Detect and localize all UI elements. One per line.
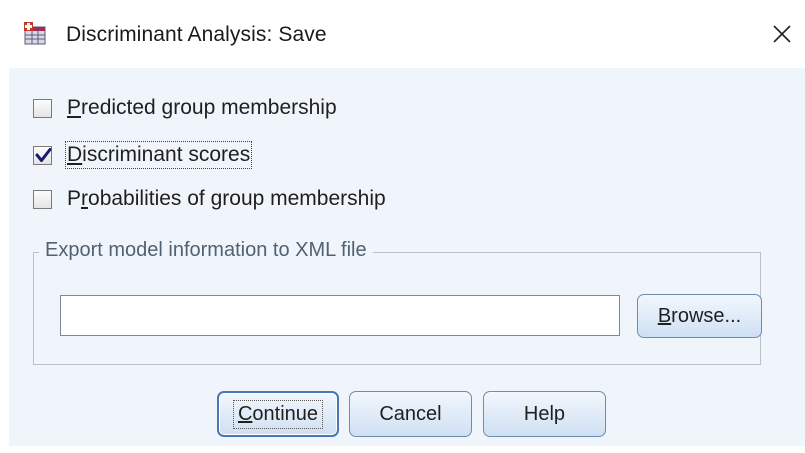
checkbox-label: Predicted group membership [67, 96, 337, 119]
browse-label: Browse... [657, 304, 742, 327]
checkbox-label: Probabilities of group membership [67, 187, 386, 210]
dialog-body: Predicted group membership Discriminant … [9, 68, 805, 446]
cancel-label: Cancel [379, 402, 442, 425]
export-group-legend: Export model information to XML file [39, 239, 373, 262]
cancel-button[interactable]: Cancel [349, 391, 472, 437]
continue-button[interactable]: Continue [217, 391, 339, 437]
help-button[interactable]: Help [483, 391, 606, 437]
checkbox-box[interactable] [33, 189, 52, 209]
checkbox-label: Discriminant scores [65, 141, 253, 169]
checkbox-box[interactable] [33, 98, 52, 118]
checkbox-box[interactable] [33, 145, 52, 165]
checkbox-probabilities-of-group-membership[interactable]: Probabilities of group membership [33, 182, 388, 216]
checkbox-discriminant-scores[interactable]: Discriminant scores [33, 138, 253, 172]
dialog-title: Discriminant Analysis: Save [66, 23, 327, 46]
checkbox-predicted-group-membership[interactable]: Predicted group membership [33, 91, 339, 125]
title-bar[interactable]: Discriminant Analysis: Save [0, 0, 805, 68]
spss-dialog-icon [23, 21, 49, 47]
close-icon [773, 25, 791, 43]
close-button[interactable] [764, 14, 800, 54]
checkmark-icon [35, 147, 52, 162]
continue-label: Continue [232, 399, 324, 429]
xml-file-path-input[interactable] [60, 295, 620, 336]
discriminant-save-dialog: Discriminant Analysis: Save Predicted gr… [0, 0, 805, 453]
help-label: Help [523, 402, 566, 425]
browse-button[interactable]: Browse... [637, 294, 762, 338]
